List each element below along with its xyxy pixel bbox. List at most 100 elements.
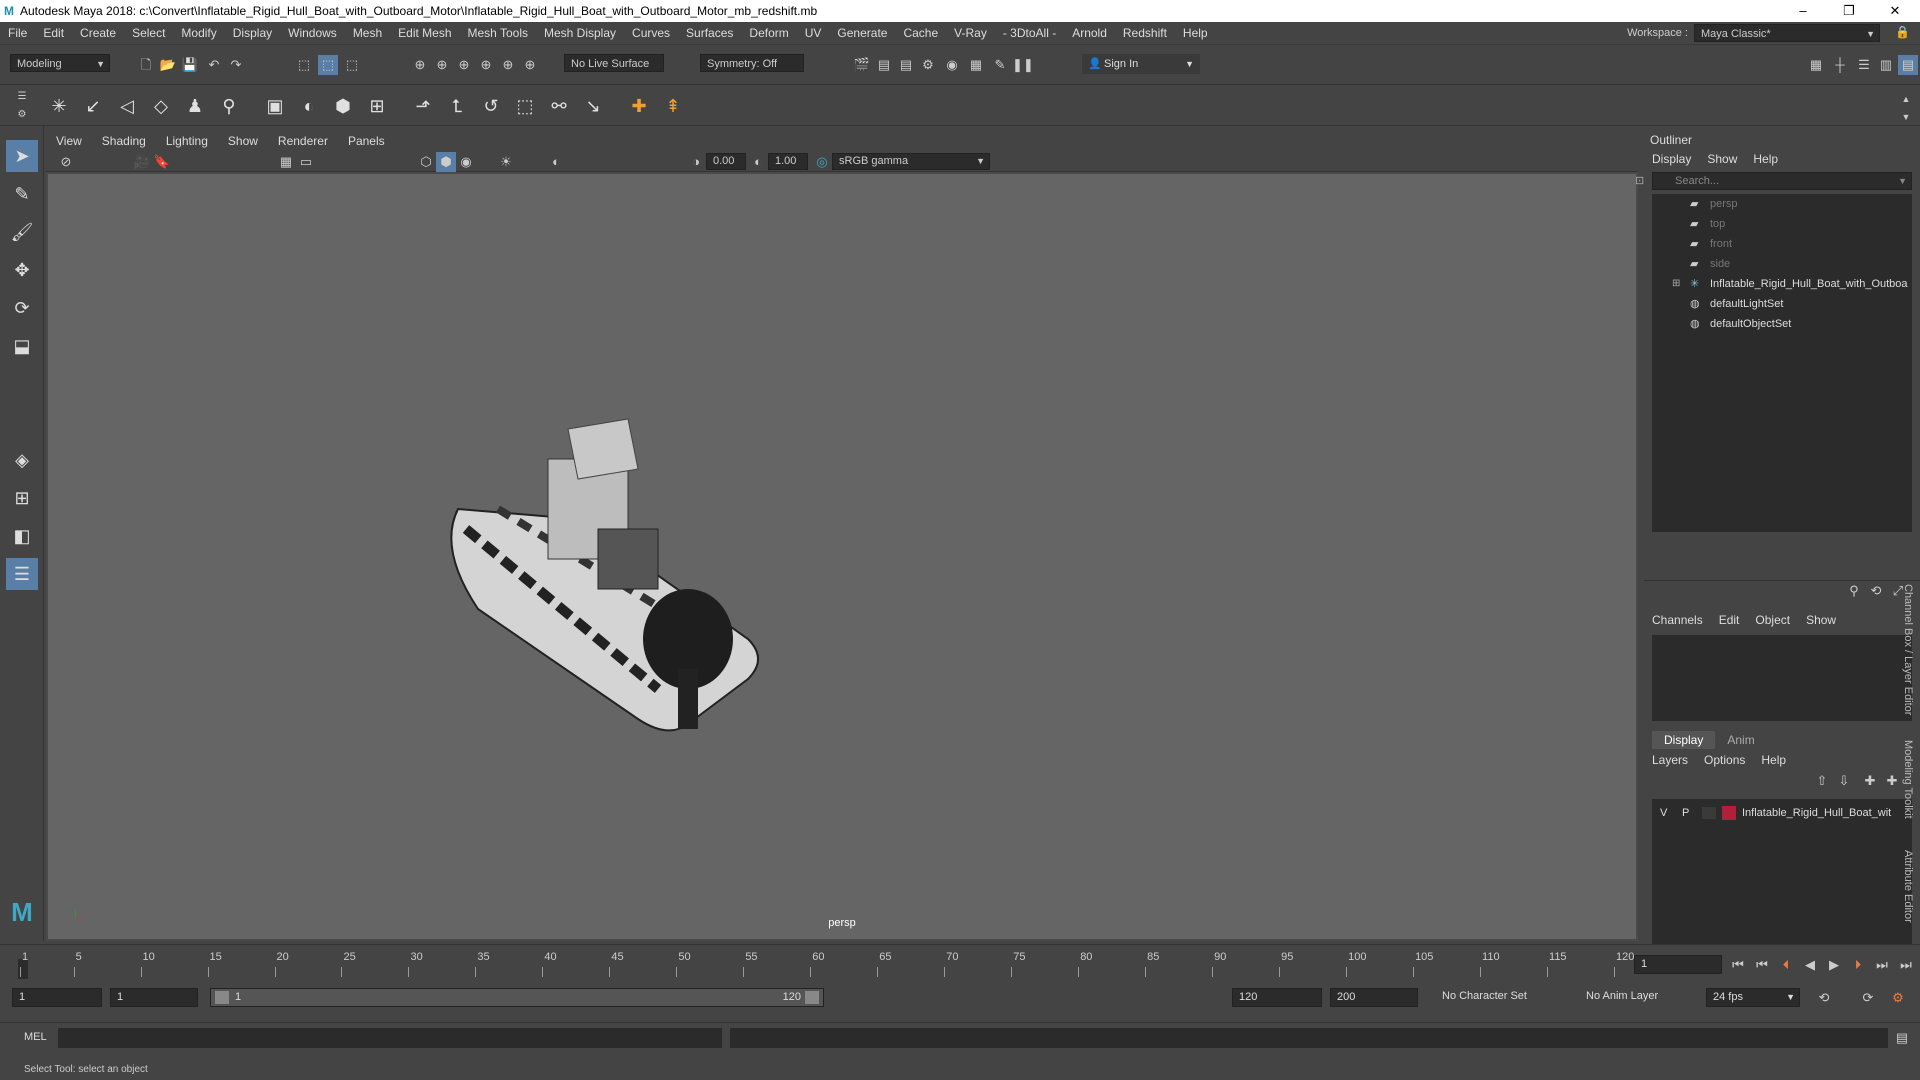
paint-select-icon[interactable]: 🖌 — [6, 216, 38, 248]
outliner-menu-help[interactable]: Help — [1753, 150, 1778, 168]
step-forward-key-icon[interactable]: ⏭ — [1872, 955, 1892, 975]
play-backward-icon[interactable]: ◀ — [1800, 955, 1820, 975]
wireframe-icon[interactable]: ⬡ — [416, 152, 436, 172]
snap-point-icon[interactable]: ⊕ — [454, 55, 474, 75]
character-set-dropdown[interactable]: No Character Set — [1436, 988, 1556, 1007]
layer-row[interactable]: V P Inflatable_Rigid_Hull_Boat_wit — [1652, 803, 1912, 823]
restore-button[interactable]: ❐ — [1826, 0, 1872, 22]
pause-icon[interactable]: ❚❚ — [1012, 55, 1034, 75]
channel-sync-icon[interactable]: ⟲ — [1866, 581, 1886, 601]
outliner-toggle-icon[interactable]: ☰ — [1854, 55, 1874, 75]
tab-modeling-toolkit[interactable]: Modeling Toolkit — [1902, 740, 1914, 819]
snap-curve-icon[interactable]: ⊕ — [432, 55, 452, 75]
select-hierarchy-icon[interactable]: ⬚ — [294, 55, 314, 75]
snap-surface-icon[interactable]: ⊕ — [498, 55, 518, 75]
mode-dropdown[interactable]: Modeling ▼ — [10, 54, 110, 72]
open-scene-icon[interactable]: 📂 — [158, 55, 178, 75]
poly-plane-icon[interactable]: ⊞ — [364, 93, 390, 119]
attribute-toggle-icon[interactable]: ▥ — [1876, 55, 1896, 75]
insert-edge-loop-icon[interactable]: ✚ — [626, 93, 652, 119]
move-tool-icon[interactable]: ✥ — [6, 254, 38, 286]
channel-menu-edit[interactable]: Edit — [1719, 611, 1740, 629]
animation-end-field[interactable]: 200 — [1330, 988, 1418, 1007]
lasso-tool-icon[interactable]: ✎ — [6, 178, 38, 210]
panel-layout-icon[interactable]: ▦ — [1806, 55, 1826, 75]
playback-start-field[interactable]: 1 — [110, 988, 198, 1007]
range-start-handle[interactable] — [215, 991, 229, 1004]
menu-generate[interactable]: Generate — [829, 26, 895, 40]
auto-key-icon[interactable]: ⟳ — [1858, 988, 1878, 1008]
select-object-icon[interactable]: ⬚ — [318, 55, 338, 75]
curve-tool-icon[interactable]: ↙ — [80, 93, 106, 119]
menu-mesh[interactable]: Mesh — [345, 26, 390, 40]
menu-edit[interactable]: Edit — [35, 26, 72, 40]
menu-uv[interactable]: UV — [797, 26, 830, 40]
extrude-icon[interactable]: ⬏ — [410, 93, 436, 119]
step-back-key-icon[interactable]: ⏮ — [1752, 955, 1772, 975]
camera-attributes-icon[interactable]: 🎥 — [132, 152, 152, 172]
four-view-icon[interactable]: ⊞ — [6, 482, 38, 514]
render-frame-icon[interactable]: 🎬 — [852, 55, 872, 75]
single-view-icon[interactable]: ◈ — [6, 444, 38, 476]
expand-icon[interactable]: ⊞ — [1672, 274, 1680, 294]
save-scene-icon[interactable]: 💾 — [180, 55, 200, 75]
select-component-icon[interactable]: ⬚ — [342, 55, 362, 75]
layer-reference-toggle[interactable] — [1702, 807, 1716, 819]
nurbs-sphere-icon[interactable]: ✳ — [46, 93, 72, 119]
fps-dropdown[interactable]: 24 fps ▼ — [1706, 988, 1800, 1007]
channel-menu-channels[interactable]: Channels — [1652, 611, 1703, 629]
close-button[interactable]: ✕ — [1872, 0, 1918, 22]
channel-menu-object[interactable]: Object — [1755, 611, 1790, 629]
snap-vertex-icon[interactable]: ⊕ — [520, 55, 540, 75]
outliner-item-side[interactable]: ▰ side — [1652, 254, 1912, 274]
outliner-item-inflatable[interactable]: ⊞ ✳ Inflatable_Rigid_Hull_Boat_with_Outboa — [1652, 274, 1912, 294]
rotate-tool-icon[interactable]: ⟳ — [6, 292, 38, 324]
range-bar[interactable]: 1 120 — [210, 988, 824, 1007]
textured-icon[interactable]: ◉ — [456, 152, 476, 172]
undo-icon[interactable]: ↶ — [204, 55, 224, 75]
new-layer-icon[interactable]: ✚ — [1860, 771, 1880, 791]
lock-icon[interactable]: 🔒 — [1895, 25, 1910, 39]
preferences-icon[interactable]: ⚙ — [1888, 988, 1908, 1008]
offset-edge-loop-icon[interactable]: ⇞ — [660, 93, 686, 119]
tab-display[interactable]: Display — [1652, 731, 1716, 749]
channel-menu-show[interactable]: Show — [1806, 611, 1836, 629]
3d-viewport[interactable]: |_ persp — [48, 174, 1636, 939]
step-back-frame-icon[interactable]: ⏴ — [1776, 955, 1796, 975]
timeline-ticks[interactable]: 1 5 10 15 20 25 30 35 40 45 50 55 60 65 70 75 80 85 90 95 10… — [18, 951, 1634, 979]
tab-channel-box[interactable]: Channel Box / Layer Editor — [1902, 584, 1914, 715]
range-end-handle[interactable] — [805, 991, 819, 1004]
symmetry-dropdown[interactable]: Symmetry: Off — [700, 54, 804, 72]
menu-windows[interactable]: Windows — [280, 26, 345, 40]
color-management-icon[interactable]: ◎ — [812, 152, 832, 172]
color-space-dropdown[interactable]: sRGB gamma ▼ — [832, 153, 990, 170]
shelf-scroll-up-icon[interactable]: ▲ — [1896, 89, 1916, 109]
menu-help[interactable]: Help — [1175, 26, 1216, 40]
smooth-shade-icon[interactable]: ⬢ — [436, 152, 456, 172]
sign-in-button[interactable]: 👤 Sign In ▼ — [1082, 54, 1200, 74]
layer-menu-layers[interactable]: Layers — [1652, 751, 1688, 769]
outliner-menu-show[interactable]: Show — [1707, 150, 1737, 168]
bookmark-icon[interactable]: 🔖 — [152, 152, 172, 172]
menu-display[interactable]: Display — [225, 26, 280, 40]
menu-surfaces[interactable]: Surfaces — [678, 26, 741, 40]
layer-playback-toggle[interactable]: P — [1682, 803, 1689, 823]
viewport-menu-show[interactable]: Show — [218, 134, 268, 148]
anim-layer-dropdown[interactable]: No Anim Layer — [1580, 988, 1690, 1007]
render-sequence-icon[interactable]: ▤ — [874, 55, 894, 75]
bevel-edge-icon[interactable]: ↘ — [580, 93, 606, 119]
shelf-settings-icon[interactable]: ⚙ — [12, 105, 32, 125]
menu-edit-mesh[interactable]: Edit Mesh — [390, 26, 459, 40]
menu-curves[interactable]: Curves — [624, 26, 678, 40]
layer-menu-help[interactable]: Help — [1761, 751, 1786, 769]
film-gate-icon[interactable]: ▭ — [296, 152, 316, 172]
poly-cube-icon[interactable]: ▣ — [262, 93, 288, 119]
boat-model-render[interactable] — [48, 174, 1636, 939]
layer-menu-options[interactable]: Options — [1704, 751, 1745, 769]
ep-curve-icon[interactable]: ◁ — [114, 93, 140, 119]
outliner-menu-display[interactable]: Display — [1652, 150, 1691, 168]
ipr-render-icon[interactable]: ▤ — [896, 55, 916, 75]
camera-select-icon[interactable]: ⊘ — [56, 152, 76, 172]
scale-tool-icon[interactable]: ⬓ — [6, 330, 38, 362]
viewport-menu-view[interactable]: View — [46, 134, 92, 148]
